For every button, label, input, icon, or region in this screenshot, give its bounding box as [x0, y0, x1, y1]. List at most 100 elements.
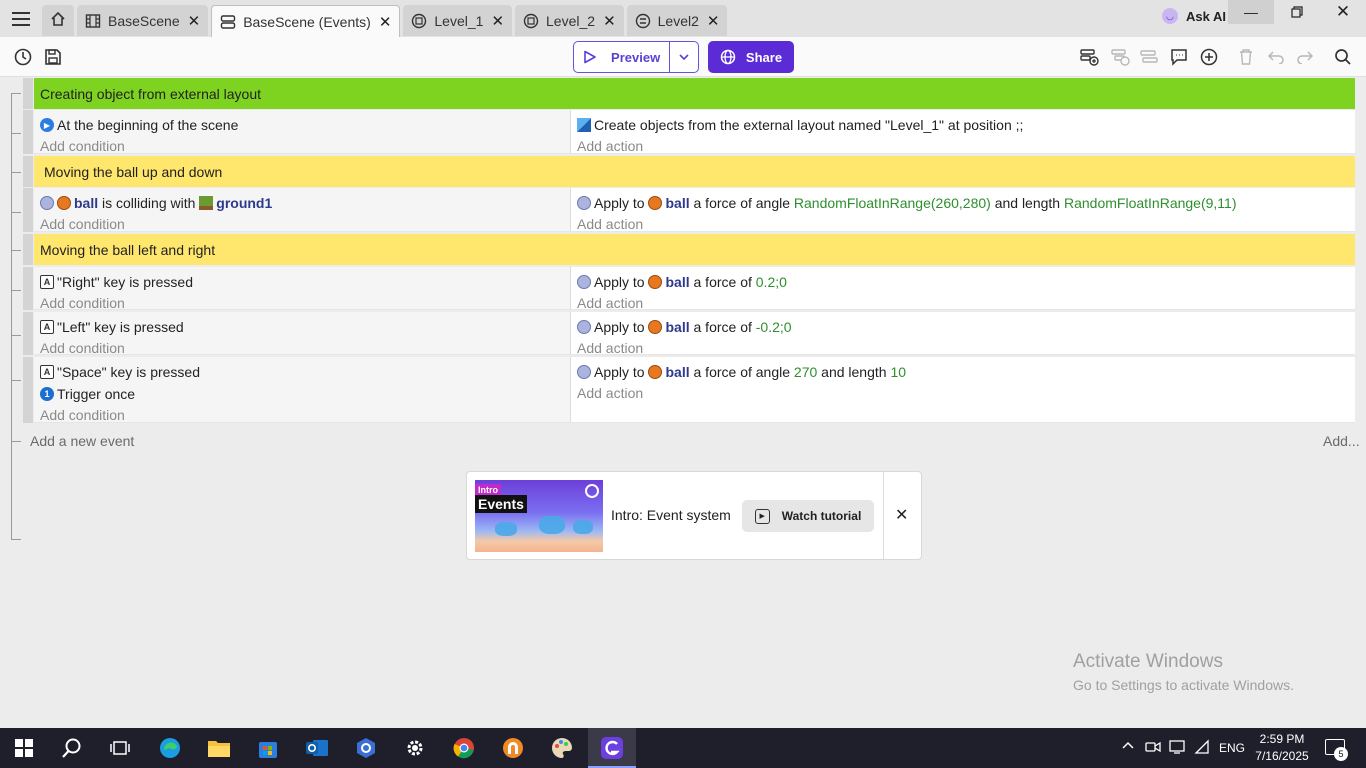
tutorial-thumbnail[interactable]: Intro Events — [475, 480, 603, 552]
app-arch-icon[interactable] — [500, 735, 526, 761]
close-icon[interactable]: ✕ — [188, 12, 201, 30]
add-action-link[interactable]: Add action — [577, 136, 1355, 156]
task-view-icon[interactable] — [107, 735, 133, 761]
condition[interactable]: ball is colliding with ground1 — [40, 192, 570, 214]
comment-icon[interactable] — [1168, 46, 1190, 68]
condition[interactable]: A "Left" key is pressed — [40, 316, 570, 338]
parameter-value[interactable]: RandomFloatInRange(260,280) — [794, 195, 991, 211]
add-action-link[interactable]: Add action — [577, 214, 1355, 234]
system-clock[interactable]: 2:59 PM 7/16/2025 — [1254, 731, 1310, 765]
event-drag-handle[interactable] — [23, 156, 33, 187]
search-icon[interactable] — [59, 735, 85, 761]
parameter-value[interactable]: -0.2;0 — [756, 319, 792, 335]
chrome-browser-icon[interactable] — [451, 735, 477, 761]
condition[interactable]: 1 Trigger once — [40, 383, 570, 405]
close-window-icon[interactable]: ✕ — [1320, 0, 1366, 24]
minimize-icon[interactable]: — — [1228, 0, 1274, 24]
tab-basescene-events[interactable]: BaseScene (Events) ✕ — [211, 5, 401, 37]
menu-icon[interactable] — [0, 0, 42, 37]
add-new-event-link[interactable]: Add a new event — [30, 433, 134, 449]
windows-start-icon[interactable] — [11, 735, 37, 761]
event-drag-handle[interactable] — [23, 312, 33, 355]
action[interactable]: Create objects from the external layout … — [577, 114, 1355, 136]
actions-column[interactable]: Create objects from the external layout … — [571, 110, 1355, 156]
actions-column[interactable]: Apply to ball a force of angle RandomFlo… — [571, 188, 1355, 234]
condition[interactable]: A "Right" key is pressed — [40, 271, 570, 293]
close-icon[interactable]: ✕ — [379, 13, 392, 31]
action[interactable]: Apply to ball a force of 0.2;0 — [577, 271, 1355, 293]
history-icon[interactable] — [12, 46, 34, 68]
network-status-icon[interactable] — [1169, 739, 1185, 758]
parameter-value[interactable]: RandomFloatInRange(9,11) — [1064, 195, 1237, 211]
preview-main[interactable]: Preview — [574, 42, 671, 72]
conditions-column[interactable]: ▶ At the beginning of the scene Add cond… — [34, 110, 571, 156]
settings-gear-icon[interactable] — [402, 735, 428, 761]
event-row[interactable]: A "Space" key is pressed 1 Trigger once … — [34, 357, 1355, 423]
close-icon[interactable]: ✕ — [707, 12, 720, 30]
gdevelop-app-icon[interactable] — [599, 735, 625, 761]
add-action-link[interactable]: Add action — [577, 293, 1355, 313]
parameter-value[interactable]: 10 — [890, 364, 906, 380]
add-more-link[interactable]: Add... — [1323, 433, 1360, 449]
event-drag-handle[interactable] — [23, 188, 33, 232]
comment-row[interactable]: Creating object from external layout — [34, 78, 1355, 109]
preview-button[interactable]: Preview — [573, 41, 699, 73]
close-icon[interactable]: ✕ — [895, 505, 908, 525]
condition[interactable]: ▶ At the beginning of the scene — [40, 114, 570, 136]
outlook-icon[interactable] — [304, 735, 330, 761]
chevron-up-icon[interactable] — [1121, 739, 1135, 753]
file-explorer-icon[interactable] — [206, 735, 232, 761]
chevron-down-icon[interactable] — [670, 53, 698, 61]
event-drag-handle[interactable] — [23, 78, 33, 109]
event-drag-handle[interactable] — [23, 234, 33, 265]
conditions-column[interactable]: ball is colliding with ground1 Add condi… — [34, 188, 571, 234]
conditions-column[interactable]: A "Left" key is pressed Add condition — [34, 312, 571, 356]
meet-now-icon[interactable] — [1145, 739, 1161, 758]
language-indicator[interactable]: ENG — [1219, 741, 1245, 755]
add-condition-link[interactable]: Add condition — [40, 214, 570, 234]
tab-basescene[interactable]: BaseScene ✕ — [77, 5, 209, 36]
add-circle-icon[interactable] — [1198, 46, 1220, 68]
tab-home[interactable] — [42, 5, 74, 36]
share-button[interactable]: Share — [708, 41, 794, 73]
actions-column[interactable]: Apply to ball a force of 0.2;0 Add actio… — [571, 267, 1355, 311]
microsoft-store-icon[interactable] — [255, 735, 281, 761]
condition[interactable]: A "Space" key is pressed — [40, 361, 570, 383]
conditions-column[interactable]: A "Right" key is pressed Add condition — [34, 267, 571, 311]
tab-level-1[interactable]: Level_1 ✕ — [403, 5, 513, 36]
close-icon[interactable]: ✕ — [491, 12, 504, 30]
edge-browser-icon[interactable] — [157, 735, 183, 761]
comment-row[interactable]: Moving the ball left and right — [34, 234, 1355, 265]
event-row[interactable]: A "Right" key is pressed Add condition A… — [34, 267, 1355, 311]
action[interactable]: Apply to ball a force of angle RandomFlo… — [577, 192, 1355, 214]
action[interactable]: Apply to ball a force of angle 270 and l… — [577, 361, 1355, 383]
actions-column[interactable]: Apply to ball a force of angle 270 and l… — [571, 357, 1355, 422]
event-drag-handle[interactable] — [23, 110, 33, 154]
event-drag-handle[interactable] — [23, 267, 33, 310]
save-icon[interactable] — [42, 46, 64, 68]
conditions-column[interactable]: A "Space" key is pressed 1 Trigger once … — [34, 357, 571, 425]
add-action-link[interactable]: Add action — [577, 383, 1355, 403]
parameter-value[interactable]: 0.2;0 — [756, 274, 787, 290]
watch-tutorial-button[interactable]: ▶ Watch tutorial — [742, 500, 874, 532]
event-row[interactable]: ▶ At the beginning of the scene Add cond… — [34, 110, 1355, 154]
ask-ai-button[interactable]: ◡ Ask AI — [1162, 8, 1226, 24]
tab-level2[interactable]: Level2 ✕ — [626, 5, 728, 36]
tab-level-2[interactable]: Level_2 ✕ — [515, 5, 624, 36]
add-condition-link[interactable]: Add condition — [40, 405, 570, 425]
event-row[interactable]: ball is colliding with ground1 Add condi… — [34, 188, 1355, 232]
app-hexagon-icon[interactable] — [353, 735, 379, 761]
add-condition-link[interactable]: Add condition — [40, 338, 570, 358]
comment-row[interactable]: Moving the ball up and down — [34, 156, 1355, 187]
add-action-link[interactable]: Add action — [577, 338, 1355, 358]
add-event-icon[interactable] — [1078, 46, 1100, 68]
add-condition-link[interactable]: Add condition — [40, 293, 570, 313]
add-condition-link[interactable]: Add condition — [40, 136, 570, 156]
wifi-icon[interactable] — [1194, 739, 1210, 758]
event-drag-handle[interactable] — [23, 357, 33, 423]
event-row[interactable]: A "Left" key is pressed Add condition Ap… — [34, 312, 1355, 356]
search-icon[interactable] — [1332, 46, 1354, 68]
actions-column[interactable]: Apply to ball a force of -0.2;0 Add acti… — [571, 312, 1355, 356]
paint-palette-icon[interactable] — [549, 735, 575, 761]
parameter-value[interactable]: 270 — [794, 364, 817, 380]
